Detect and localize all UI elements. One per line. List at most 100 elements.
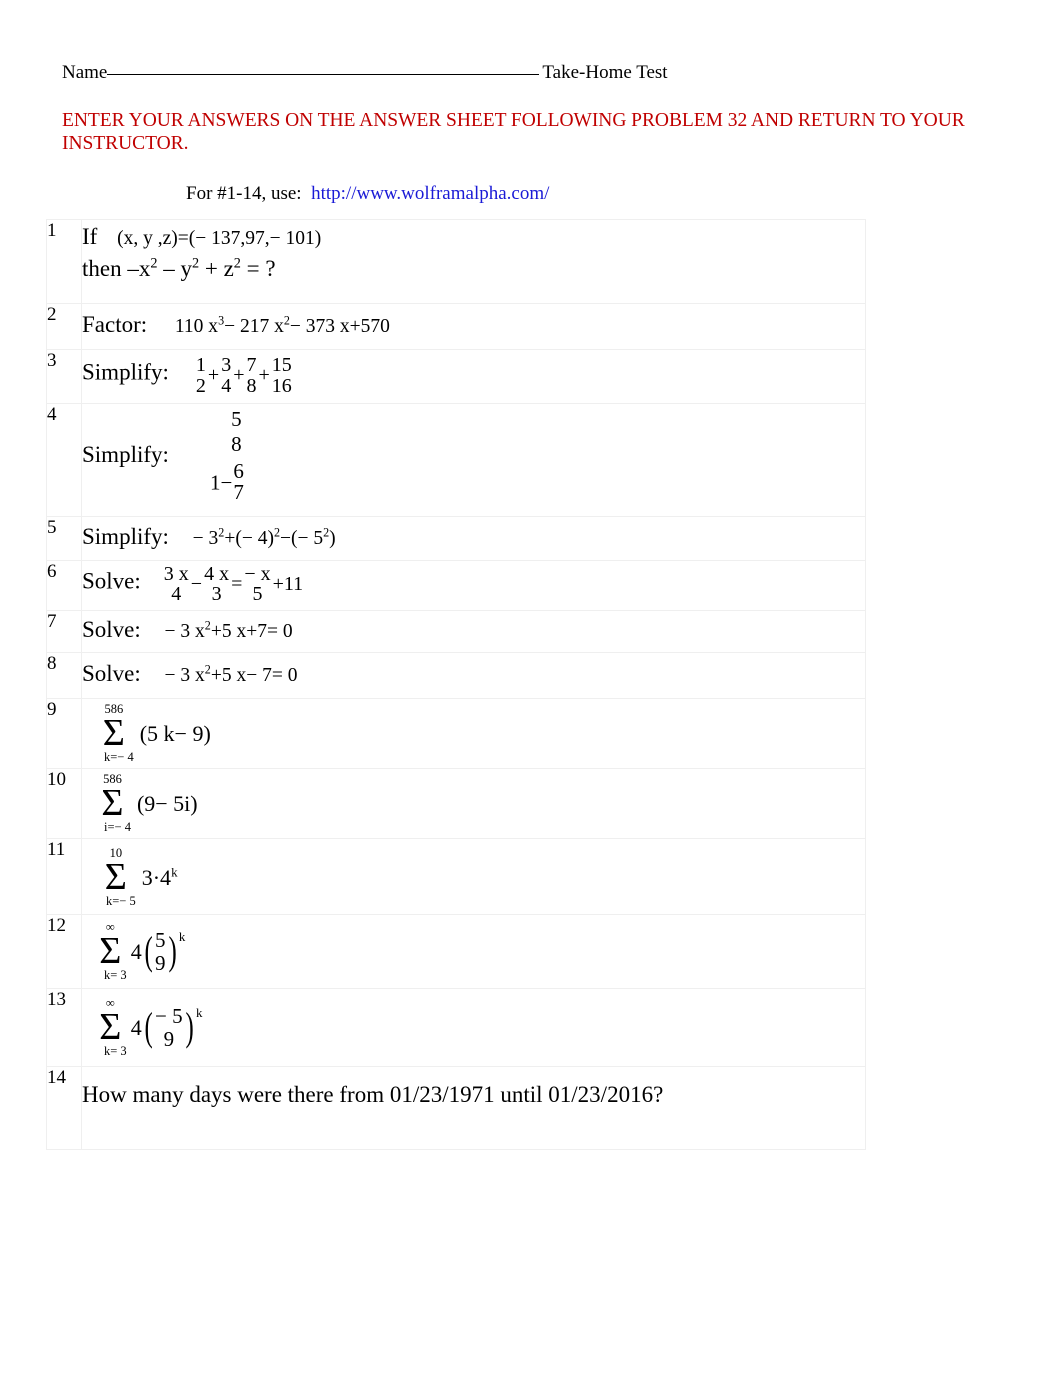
sum-lower-limit: i=− 4 bbox=[104, 820, 131, 835]
denominator: 9 bbox=[155, 950, 166, 975]
problem-body: 586 Σ k=− 4 (5 k− 9) bbox=[81, 698, 866, 770]
denominator: 16 bbox=[271, 374, 292, 397]
problem-body: If (x, y ,z)=(− 137,97,− 101) then –x 2 –… bbox=[81, 219, 866, 304]
problem-number: 5 bbox=[46, 515, 82, 561]
sum-coefficient: 4 bbox=[130, 1014, 142, 1040]
problem-body: Simplify: 1 2 +3 4 +7 8 +15 16 bbox=[81, 349, 866, 404]
denominator: 7 bbox=[233, 480, 244, 505]
operator: + bbox=[258, 364, 270, 387]
summation-symbol: 586 Σ k=− 4 bbox=[94, 703, 134, 765]
problem-1-line2-tail: = ? bbox=[240, 256, 276, 281]
operator: + bbox=[233, 364, 245, 387]
name-label: Name bbox=[62, 62, 108, 83]
problem-7-part2: +5 x+7= 0 bbox=[210, 621, 293, 643]
summation-symbol: 586 Σ i=− 4 bbox=[94, 773, 131, 835]
table-row: 9 586 Σ k=− 4 (5 k− 9) bbox=[46, 698, 866, 770]
fraction: 12 bbox=[196, 355, 206, 397]
problem-body: Solve: − 3 x2+5 x+7= 0 bbox=[81, 610, 866, 654]
problem-number: 3 bbox=[46, 349, 82, 404]
table-row: 2 Factor: 110 x3− 217 x2− 373 x+570 bbox=[46, 303, 866, 350]
problem-1-line2-mid1: – y bbox=[157, 256, 192, 281]
document-header: Name Take-Home Test bbox=[62, 60, 962, 86]
operator: = bbox=[231, 572, 243, 595]
exponent: k bbox=[178, 929, 186, 945]
table-row: 3 Simplify: 1 2 +3 4 +7 8 +15 16 bbox=[46, 349, 866, 404]
problem-body: 10 Σ k=− 5 3·4k bbox=[81, 838, 866, 916]
sigma-icon: Σ bbox=[99, 930, 122, 973]
name-blank-rule bbox=[107, 74, 540, 75]
table-row: 13 ∞ Σ k= 3 4(− 5 9) k bbox=[46, 988, 866, 1068]
left-paren: ( bbox=[144, 928, 153, 974]
denominator: 4 bbox=[221, 374, 232, 397]
numerator: 4 x bbox=[204, 562, 230, 585]
problem-6-tail: +11 bbox=[272, 572, 304, 595]
sum-expression: (9− 5i) bbox=[136, 790, 198, 816]
problem-1-line2-mid2: + z bbox=[199, 256, 234, 281]
problem-5-label: Simplify: bbox=[82, 523, 169, 549]
problems-table: 1 If (x, y ,z)=(− 137,97,− 101) then –x2… bbox=[46, 219, 866, 1151]
problem-2-term-b: − 217 x bbox=[224, 316, 284, 337]
fraction: 34 bbox=[221, 355, 231, 397]
numerator: 5 bbox=[155, 928, 166, 953]
table-row: 11 10 Σ k=− 5 3·4k bbox=[46, 838, 866, 916]
exponent: k bbox=[171, 864, 178, 880]
left-paren: ( bbox=[144, 1004, 153, 1050]
numerator: 7 bbox=[246, 354, 257, 376]
inner-fraction: 67 bbox=[233, 458, 244, 505]
problem-body: 586 Σ i=− 4 (9− 5i) bbox=[81, 768, 866, 840]
sigma-icon: Σ bbox=[101, 782, 124, 825]
problem-2-term-c: − 373 x+570 bbox=[289, 316, 390, 337]
problem-1-label: If bbox=[82, 224, 98, 249]
problem-14-text: How many days were there from 01/23/1971… bbox=[82, 1082, 664, 1108]
problem-7-part1: − 3 x bbox=[164, 621, 205, 643]
problem-8-part2: +5 x− 7= 0 bbox=[210, 665, 298, 687]
problem-1-line2-prefix: then –x bbox=[82, 256, 151, 281]
problem-number: 2 bbox=[46, 303, 82, 350]
problem-number: 1 bbox=[46, 219, 82, 304]
table-row: 14 How many days were there from 01/23/1… bbox=[46, 1066, 866, 1151]
sum-coefficient: 4 bbox=[130, 938, 142, 964]
table-row: 8 Solve: − 3 x2+5 x− 7= 0 bbox=[46, 652, 866, 700]
sigma-icon: Σ bbox=[102, 712, 125, 755]
sum-lower-limit: k=− 5 bbox=[106, 894, 136, 909]
problem-8-label: Solve: bbox=[82, 661, 141, 687]
numerator-top: 5 bbox=[231, 406, 242, 431]
problem-number: 9 bbox=[46, 698, 82, 770]
numerator: − x bbox=[244, 562, 271, 585]
problem-2-label: Factor: bbox=[82, 312, 148, 337]
problem-5-part3: −(− 5 bbox=[279, 527, 324, 549]
operator: + bbox=[207, 364, 220, 387]
table-row: 7 Solve: − 3 x2+5 x+7= 0 bbox=[46, 610, 866, 654]
numerator-bottom: 8 bbox=[231, 431, 242, 456]
numerator: 3 x bbox=[163, 562, 189, 585]
right-paren: ) bbox=[168, 928, 177, 974]
problem-5-part4: ) bbox=[329, 527, 336, 549]
instruction-prefix: For #1-14, use: bbox=[186, 183, 302, 204]
sigma-icon: Σ bbox=[99, 1006, 122, 1049]
table-row: 12 ∞ Σ k= 3 4(5 9) k bbox=[46, 914, 866, 990]
problem-number: 13 bbox=[46, 988, 82, 1068]
answer-sheet-notice: ENTER YOUR ANSWERS ON THE ANSWER SHEET F… bbox=[62, 110, 965, 154]
problem-number: 12 bbox=[46, 914, 82, 990]
problem-number: 4 bbox=[46, 402, 82, 517]
numerator: 6 bbox=[233, 458, 244, 483]
problem-number: 10 bbox=[46, 768, 82, 840]
denominator: 9 bbox=[163, 1026, 175, 1051]
wolframalpha-link[interactable]: http://www.wolframalpha.com/ bbox=[311, 183, 549, 204]
problem-body: Simplify: − 32+(− 4)2−(− 52) bbox=[81, 515, 866, 561]
problem-7-label: Solve: bbox=[82, 617, 141, 643]
problem-body: ∞ Σ k= 3 4(− 5 9) k bbox=[81, 988, 866, 1068]
problem-number: 7 bbox=[46, 610, 82, 654]
problem-5-part1: − 3 bbox=[192, 527, 219, 549]
problem-body: Simplify: 5 8 1− 6 7 bbox=[81, 402, 866, 517]
denominator: 2 bbox=[195, 374, 206, 397]
fraction: 3 x4 bbox=[163, 562, 189, 606]
complex-fraction: 5 8 1− 6 7 bbox=[210, 407, 245, 505]
problem-8-part1: − 3 x bbox=[164, 665, 205, 687]
denominator: 4 bbox=[171, 583, 182, 606]
table-row: 4 Simplify: 5 8 1− 6 7 bbox=[46, 402, 866, 517]
problem-body: Solve: 3 x 4−4 x 3 = − x 5 +11 bbox=[81, 559, 866, 612]
problem-5-part2: +(− 4) bbox=[224, 527, 274, 549]
numerator: 3 bbox=[221, 354, 232, 376]
sum-lower-limit: k= 3 bbox=[104, 968, 127, 983]
